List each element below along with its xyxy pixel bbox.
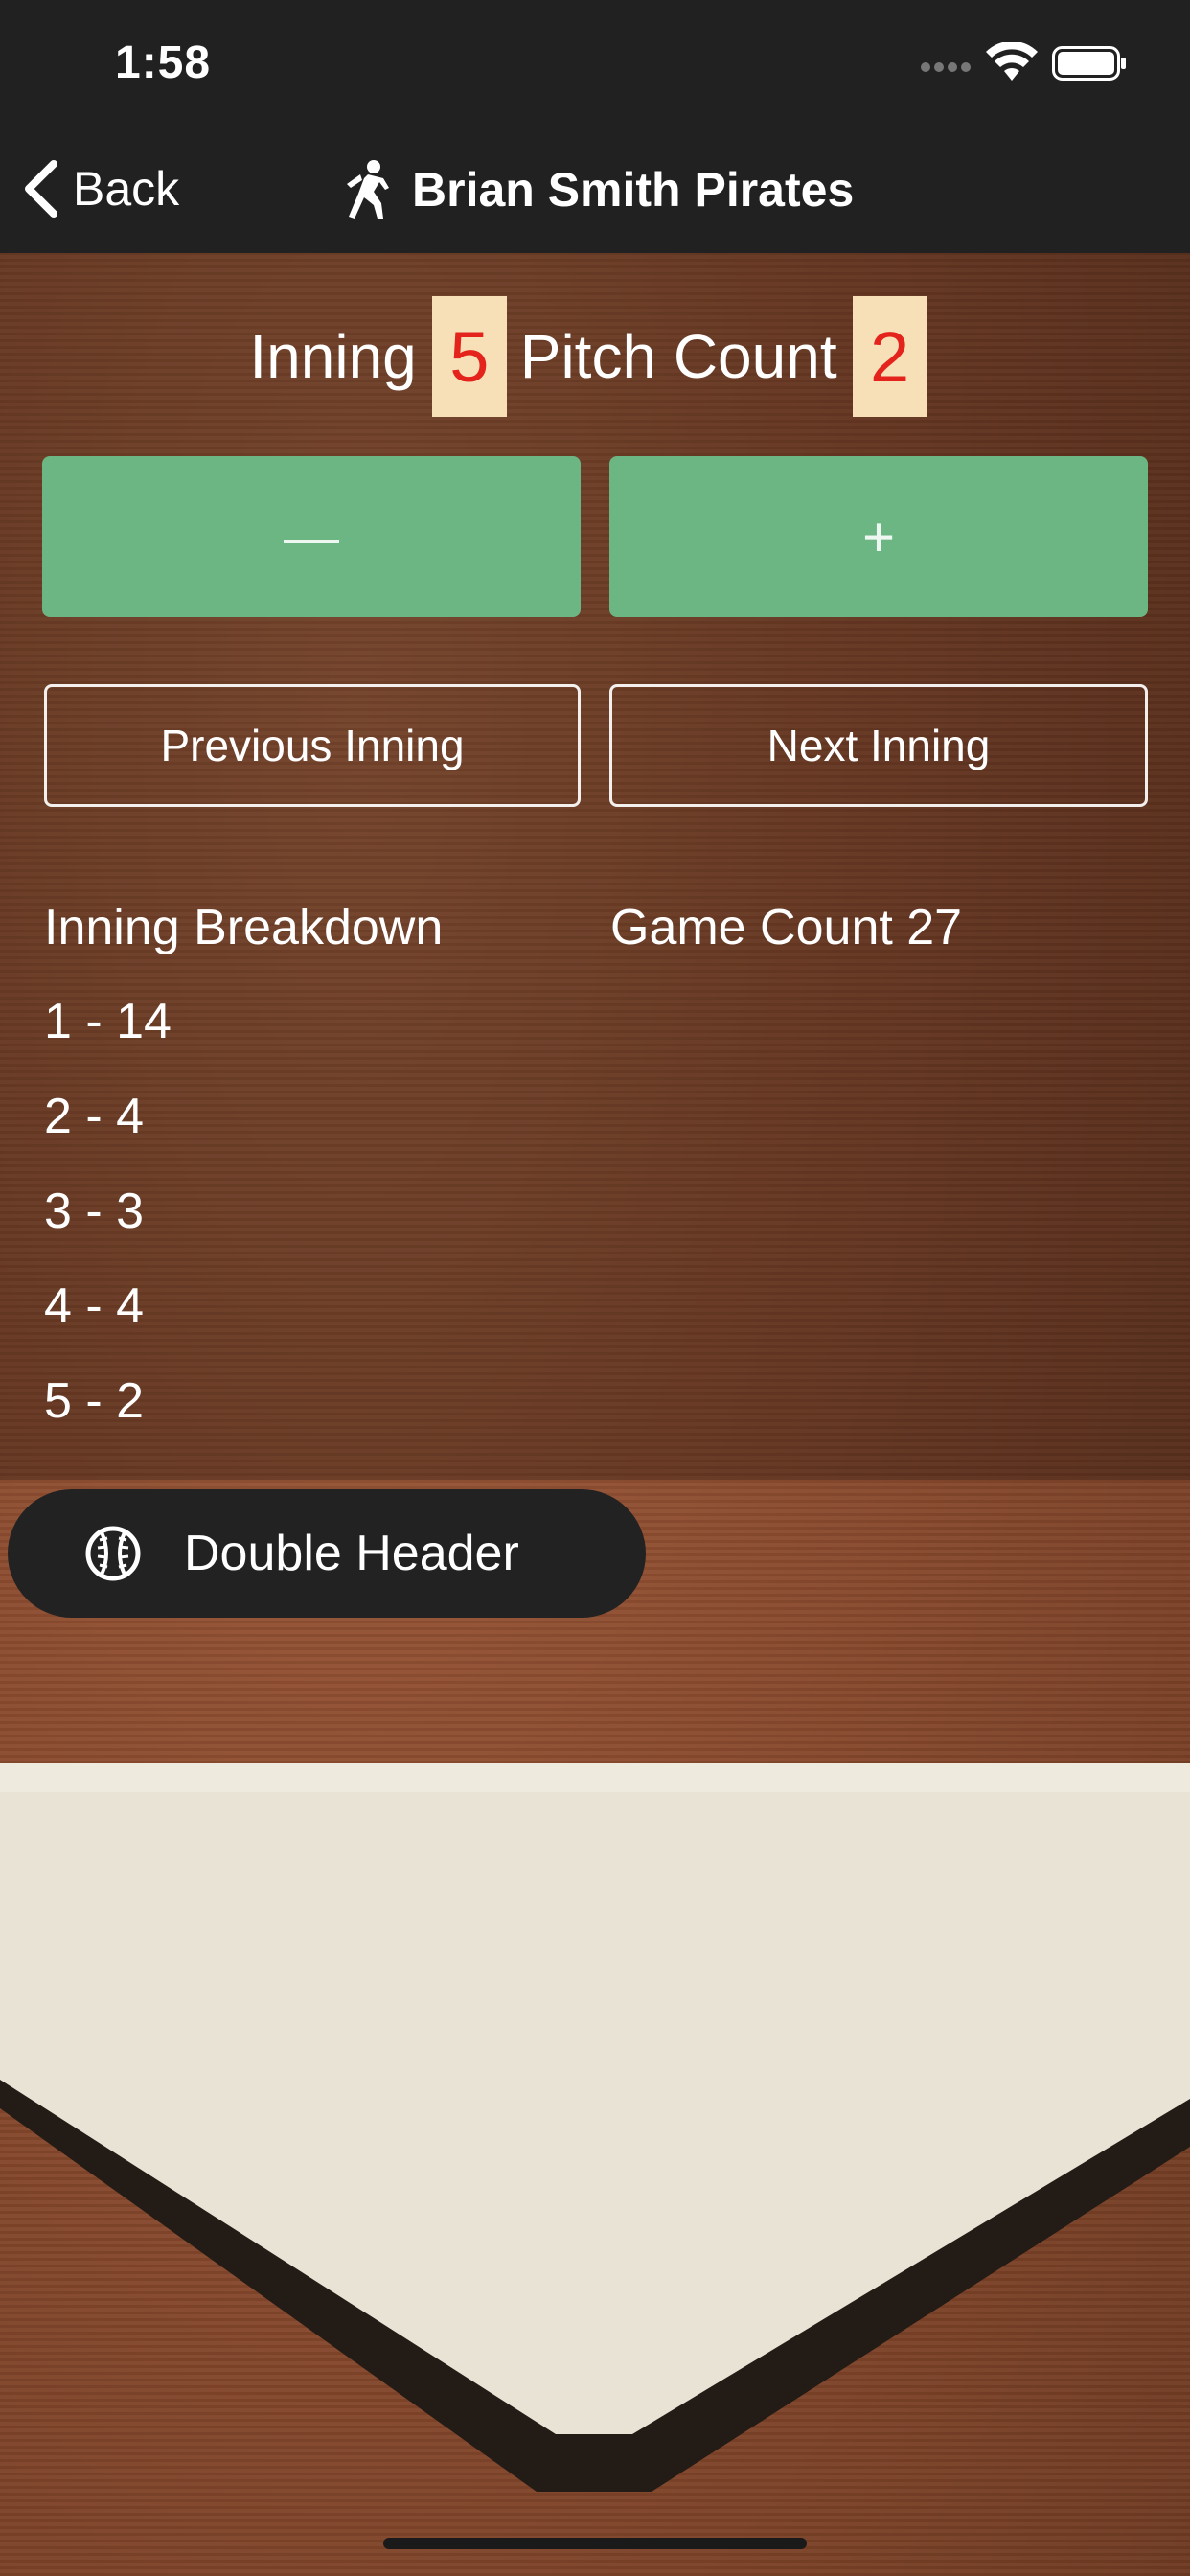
previous-inning-button[interactable]: Previous Inning xyxy=(44,684,581,807)
nav-title: Brian Smith Pirates xyxy=(341,153,854,226)
back-label: Back xyxy=(73,162,180,216)
inning-breakdown-item: 2 - 4 xyxy=(44,1089,145,1144)
decrement-pitch-button[interactable]: — xyxy=(42,456,581,617)
counter-row: Inning 5 Pitch Count 2 xyxy=(0,295,1190,418)
status-time: 1:58 xyxy=(115,37,212,88)
background-shade xyxy=(0,253,1190,1480)
pitch-count-value: 2 xyxy=(852,296,927,417)
double-header-button[interactable]: Double Header xyxy=(8,1489,646,1618)
pitch-count-label: Pitch Count xyxy=(519,322,837,391)
home-indicator[interactable] xyxy=(383,2538,807,2549)
team-title: Brian Smith Pirates xyxy=(412,163,855,217)
inning-label: Inning xyxy=(249,322,417,391)
back-button[interactable]: Back xyxy=(21,155,179,222)
status-bar: 1:58 xyxy=(0,0,1190,126)
signal-icon xyxy=(921,62,971,72)
next-inning-button[interactable]: Next Inning xyxy=(609,684,1148,807)
home-plate-image xyxy=(0,1763,1190,2492)
inning-breakdown-title: Inning Breakdown xyxy=(44,900,444,955)
pitcher-icon xyxy=(347,160,389,218)
game-count: Game Count 27 xyxy=(610,900,963,955)
baseball-icon xyxy=(85,1526,141,1581)
battery-icon xyxy=(1052,46,1126,80)
inning-breakdown-item: 1 - 14 xyxy=(44,994,172,1049)
chevron-left-icon xyxy=(25,160,57,218)
double-header-label: Double Header xyxy=(184,1526,519,1581)
inning-value: 5 xyxy=(431,296,507,417)
inning-breakdown-item: 4 - 4 xyxy=(44,1278,145,1334)
inning-breakdown-item: 5 - 2 xyxy=(44,1373,145,1429)
wifi-icon xyxy=(986,42,1038,80)
navigation-bar: Back Brian Smith Pirates xyxy=(0,126,1190,253)
plus-icon: + xyxy=(862,505,895,568)
inning-breakdown-item: 3 - 3 xyxy=(44,1184,145,1239)
minus-icon: — xyxy=(284,505,339,568)
increment-pitch-button[interactable]: + xyxy=(609,456,1148,617)
